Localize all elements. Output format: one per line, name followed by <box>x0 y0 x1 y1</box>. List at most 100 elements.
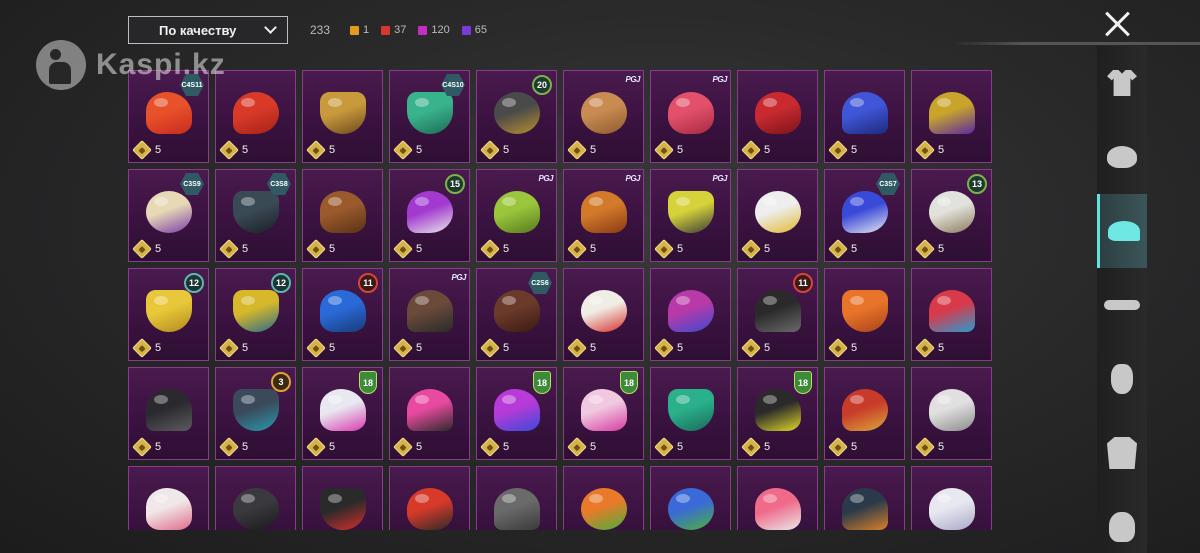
item-card-bald-head[interactable]: PGJ 5 <box>563 70 644 163</box>
item-card-samurai-hat[interactable]: 35 <box>215 367 296 460</box>
coin-icon <box>480 239 500 259</box>
item-price: 5 <box>828 239 857 259</box>
item-card-orange-antler-hat[interactable]: 5 <box>824 268 905 361</box>
season-badge: 18 <box>533 371 551 394</box>
season-badge: C3S9 <box>180 173 204 195</box>
item-price: 5 <box>741 140 770 160</box>
yellow-bucket-head-icon <box>145 289 192 332</box>
tab-glasses[interactable] <box>1097 268 1147 342</box>
tab-outfit[interactable] <box>1097 46 1147 120</box>
season-badge: 11 <box>793 273 813 293</box>
item-card-blue-beast-mask[interactable]: 5 <box>824 70 905 163</box>
helmet-icon <box>1109 512 1135 542</box>
item-card-red-black-bandana[interactable]: 5 <box>389 466 470 530</box>
teal-gas-mask-icon <box>841 487 888 530</box>
item-card-kendo-helmet[interactable]: 5 <box>128 367 209 460</box>
item-price-value: 5 <box>242 144 249 156</box>
item-price-value: 5 <box>503 243 510 255</box>
red-blue-mech-mask-icon <box>928 289 975 332</box>
item-card-pink-sun-hat[interactable]: 5 <box>128 466 209 530</box>
item-card-bow-headband[interactable]: 5 <box>650 268 731 361</box>
quality-epic-icon <box>418 25 428 35</box>
coin-icon <box>480 140 500 160</box>
yellow-visor-helmet-icon <box>667 190 714 233</box>
item-card-frog-blue-cap[interactable]: 5 <box>650 466 731 530</box>
item-card-black-red-hat[interactable]: 5 <box>302 466 383 530</box>
black-motorcycle-helmet-icon <box>232 487 279 530</box>
item-card-orange-dragon-head[interactable]: PGJ 5 <box>563 169 644 262</box>
item-card-purple-headphones-hat[interactable]: 18 5 <box>476 367 557 460</box>
item-card-pink-headphones-cap[interactable]: 18 5 <box>302 367 383 460</box>
item-card-black-motorcycle-helmet[interactable]: 5 <box>215 466 296 530</box>
coin-icon <box>306 437 326 457</box>
item-card-black-cap-goggles[interactable]: 18 5 <box>737 367 818 460</box>
item-card-bird-mask[interactable]: 15 5 <box>389 169 470 262</box>
quality-mythic-icon <box>381 25 391 35</box>
item-price: 5 <box>915 437 945 457</box>
item-card-yellow-visor-helmet[interactable]: PGJ 5 <box>650 169 731 262</box>
item-card-tentacle-mask[interactable]: PGJ 5 <box>476 169 557 262</box>
item-card-blue-cap-headset[interactable]: 11 5 <box>302 268 383 361</box>
purple-headphones-hat-icon <box>493 388 540 431</box>
tab-face[interactable] <box>1097 342 1147 416</box>
chevron-down-icon <box>264 21 277 34</box>
item-card-pink-headphones-hat[interactable]: 18 5 <box>563 367 644 460</box>
item-price: 5 <box>480 338 509 358</box>
item-price-value: 5 <box>155 144 162 156</box>
item-card-red-pigtails[interactable]: 5 <box>737 70 818 163</box>
item-price: 5 <box>741 239 770 259</box>
item-card-yellow-bucket-head[interactable]: 12 5 <box>128 268 209 361</box>
season-badge: PGJ <box>451 273 466 282</box>
item-price-value: 5 <box>938 243 945 255</box>
item-card-teal-gas-mask[interactable]: 5 <box>824 466 905 530</box>
green-armor-helmet-icon <box>406 91 453 134</box>
item-card-brown-gas-mask[interactable]: PGJ 5 <box>389 268 470 361</box>
item-card-black-horned-helmet[interactable]: 11 5 <box>737 268 818 361</box>
tab-top[interactable] <box>1097 416 1147 490</box>
item-card-gold-helmet[interactable]: 5 <box>302 70 383 163</box>
item-price-value: 5 <box>416 342 423 354</box>
item-card-red-gold-bow[interactable]: 5 <box>824 367 905 460</box>
item-price-value: 5 <box>938 441 945 453</box>
item-card-pink-hair[interactable]: PGJ 5 <box>650 70 731 163</box>
item-card-gold-tribal-mask[interactable]: 5 <box>911 70 992 163</box>
item-card-brown-hair[interactable]: C2S6 5 <box>476 268 557 361</box>
sort-dropdown-label: По качеству <box>159 22 237 38</box>
item-card-white-fluffy-head[interactable]: 5 <box>911 466 992 530</box>
item-card-pink-cat-mask[interactable]: 5 <box>389 367 470 460</box>
glasses-icon <box>1104 300 1140 310</box>
item-card-white-blue-helmet[interactable]: 5 <box>737 169 818 262</box>
gold-helmet-icon <box>319 91 366 134</box>
item-card-red-blue-mech-mask[interactable]: 5 <box>911 268 992 361</box>
item-card-pink-beret[interactable]: 5 <box>737 466 818 530</box>
item-price: 5 <box>219 239 248 259</box>
item-card-white-dreadlocks[interactable]: 5 <box>911 367 992 460</box>
item-card-wolf-mask[interactable]: 5 <box>476 466 557 530</box>
item-card-clown-mask[interactable]: 5 <box>563 268 644 361</box>
item-card-green-armor-helmet[interactable]: C4S10 5 <box>389 70 470 163</box>
coin-icon <box>393 338 413 358</box>
item-card-white-robot-helmet[interactable]: 13 5 <box>911 169 992 262</box>
coin-icon <box>306 140 326 160</box>
item-card-black-teal-helmet[interactable]: C3S8 5 <box>215 169 296 262</box>
item-card-dinosaur-head[interactable]: 5 <box>302 169 383 262</box>
item-card-purple-bandana-fluffy[interactable]: C3S9 5 <box>128 169 209 262</box>
tab-mask[interactable] <box>1097 120 1147 194</box>
samurai-hat-icon <box>232 388 279 431</box>
season-badge: PGJ <box>712 75 727 84</box>
close-icon[interactable] <box>1104 10 1132 38</box>
item-price-value: 5 <box>851 441 858 453</box>
item-card-teal-bell-hat[interactable]: 5 <box>650 367 731 460</box>
tab-headwear[interactable] <box>1097 194 1147 268</box>
tab-helmet[interactable] <box>1097 490 1147 553</box>
bow-headband-icon <box>667 289 714 332</box>
item-card-frog-orange-hat[interactable]: 5 <box>563 466 644 530</box>
brown-hair-icon <box>493 289 540 332</box>
item-card-gold-gas-mask[interactable]: 12 5 <box>215 268 296 361</box>
item-price-value: 5 <box>155 441 162 453</box>
item-card-winged-mask[interactable]: C3S7 5 <box>824 169 905 262</box>
item-price-value: 5 <box>329 243 336 255</box>
item-card-red-bow-headband[interactable]: 5 <box>215 70 296 163</box>
item-card-dark-skull-mask[interactable]: 20 5 <box>476 70 557 163</box>
item-price: 5 <box>393 239 422 259</box>
